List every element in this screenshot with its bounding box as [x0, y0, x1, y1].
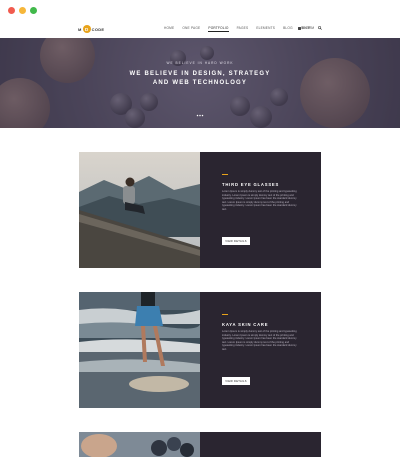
portfolio-card: KAYA SKIN CARE Lorem Ipsum is simply dum…	[79, 292, 321, 408]
card-title: THIRD EYE GLASSES	[222, 182, 280, 187]
accent-line	[222, 174, 228, 175]
card-panel: KAYA SKIN CARE Lorem Ipsum is simply dum…	[200, 292, 321, 408]
hero-banner: WE BELIEVE IN HARD WORK WE BELIEVE IN DE…	[0, 38, 400, 128]
card-image[interactable]	[79, 152, 200, 268]
view-details-button[interactable]: VIEW DETAILS	[222, 377, 250, 385]
browser-window: M D CODE HOME ONE PAGE PORTFOLIO PAGES E…	[0, 0, 400, 457]
cart-link[interactable]: $0 ITEM	[298, 26, 314, 30]
card-description: Lorem Ipsum is simply dummy text of the …	[222, 190, 297, 211]
card-description: Lorem Ipsum is simply dummy text of the …	[222, 330, 297, 351]
logo-text-left: M	[78, 26, 82, 32]
cart-label: $0 ITEM	[302, 26, 315, 30]
logo-text-right: CODE	[91, 26, 105, 32]
logo-mark: D	[82, 25, 91, 33]
dots-icon[interactable]	[196, 114, 204, 117]
hero-headline: WE BELIEVE IN DESIGN, STRATEGY AND WEB T…	[129, 71, 271, 86]
hero-kicker: WE BELIEVE IN HARD WORK	[166, 61, 234, 65]
nav-item-one-page[interactable]: ONE PAGE	[182, 26, 200, 32]
site-header: M D CODE HOME ONE PAGE PORTFOLIO PAGES E…	[0, 22, 400, 38]
main-nav: HOME ONE PAGE PORTFOLIO PAGES ELEMENTS B…	[164, 26, 319, 32]
nav-item-pages[interactable]: PAGES	[237, 26, 249, 32]
nav-item-portfolio[interactable]: PORTFOLIO	[208, 26, 229, 32]
maximize-window-button[interactable]	[30, 7, 37, 14]
search-icon[interactable]	[318, 25, 322, 30]
berries-photo	[79, 432, 200, 457]
card-image[interactable]	[79, 292, 200, 408]
bag-icon	[298, 26, 301, 30]
card-panel: THIRD EYE GLASSES Lorem Ipsum is simply …	[200, 152, 321, 268]
nav-item-elements[interactable]: ELEMENTS	[256, 26, 275, 32]
site-logo[interactable]: M D CODE	[78, 24, 104, 34]
view-details-button[interactable]: VIEW DETAILS	[222, 237, 250, 245]
card-panel	[200, 432, 321, 457]
mountain-man-photo	[79, 152, 200, 268]
nav-item-blog[interactable]: BLOG	[283, 26, 293, 32]
window-titlebar	[0, 0, 400, 22]
portfolio-card: THIRD EYE GLASSES Lorem Ipsum is simply …	[79, 152, 321, 268]
minimize-window-button[interactable]	[19, 7, 26, 14]
close-window-button[interactable]	[8, 7, 15, 14]
accent-line	[222, 314, 228, 315]
card-image[interactable]	[79, 432, 200, 457]
card-title: KAYA SKIN CARE	[222, 322, 269, 327]
beach-surfer-photo	[79, 292, 200, 408]
nav-item-home[interactable]: HOME	[164, 26, 174, 32]
portfolio-card	[79, 432, 321, 457]
